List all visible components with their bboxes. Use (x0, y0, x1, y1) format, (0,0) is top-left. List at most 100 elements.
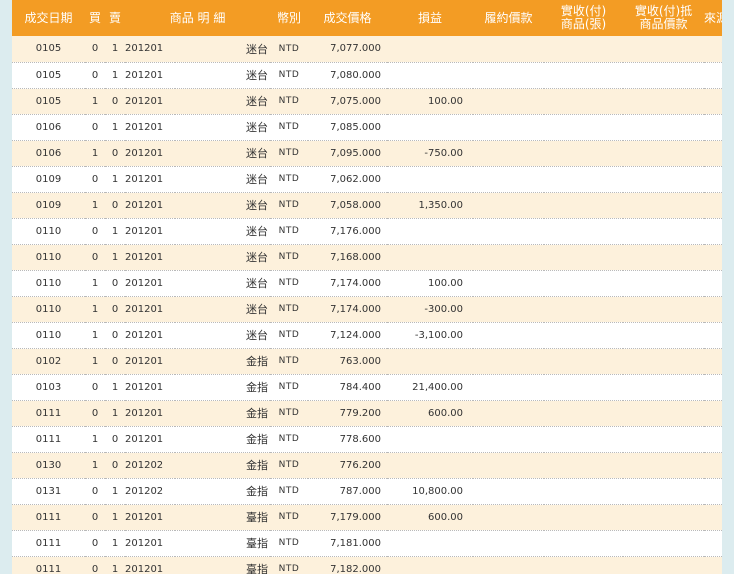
table-row[interactable]: 0111 0 1 201201 臺指 NTD 7,182.000 (12, 556, 722, 574)
table-row[interactable]: 0105 1 0 201201 迷台 NTD 7,075.000 100.00 (12, 88, 722, 114)
table-row[interactable]: 0111 0 1 201201 臺指 NTD 7,181.000 (12, 530, 722, 556)
cell-recv-units (544, 166, 623, 192)
col-date-header[interactable]: 成交日期 (12, 0, 85, 36)
table-row[interactable]: 0110 0 1 201201 迷台 NTD 7,176.000 (12, 218, 722, 244)
cell-contract-month: 201201 (125, 303, 164, 315)
table-row[interactable]: 0102 1 0 201201 金指 NTD 763.000 (12, 348, 722, 374)
cell-profit-loss: 10,800.00 (412, 485, 464, 497)
cell-profit-loss (387, 218, 473, 244)
cell-buy: 1 (91, 355, 99, 367)
cell-currency: NTD (278, 512, 300, 522)
cell-recv-units (544, 62, 623, 88)
cell-date: 0102 (35, 355, 62, 367)
col-buy-header[interactable]: 買 (85, 0, 105, 36)
cell-product-name: 迷台 (246, 303, 269, 316)
cell-settle-amount (473, 88, 544, 114)
cell-recv-amount (623, 452, 704, 478)
table-row[interactable]: 0131 0 1 201202 金指 NTD 787.000 10,800.00 (12, 478, 722, 504)
cell-date: 0110 (35, 329, 62, 341)
cell-contract-month: 201201 (125, 225, 164, 237)
col-currency-header[interactable]: 幣別 (270, 0, 308, 36)
cell-contract-month: 201201 (125, 277, 164, 289)
cell-sell: 0 (111, 433, 119, 445)
col-settle-header[interactable]: 履約價款 (473, 0, 544, 36)
cell-currency: NTD (278, 460, 300, 470)
col-price-header[interactable]: 成交價格 (308, 0, 387, 36)
cell-date: 0106 (35, 121, 62, 133)
cell-contract-month: 201201 (125, 381, 164, 393)
table-row[interactable]: 0109 1 0 201201 迷台 NTD 7,058.000 1,350.00 (12, 192, 722, 218)
cell-source (704, 166, 722, 192)
cell-profit-loss (387, 452, 473, 478)
cell-contract-month: 201201 (125, 433, 164, 445)
table-row[interactable]: 0110 1 0 201201 迷台 NTD 7,174.000 -300.00 (12, 296, 722, 322)
cell-recv-units (544, 530, 623, 556)
cell-price: 7,075.000 (330, 95, 382, 107)
cell-recv-amount (623, 36, 704, 62)
cell-product-name: 臺指 (246, 511, 269, 524)
cell-buy: 1 (91, 329, 99, 341)
cell-buy: 0 (91, 43, 99, 55)
cell-date: 0110 (35, 303, 62, 315)
table-row[interactable]: 0111 0 1 201201 金指 NTD 779.200 600.00 (12, 400, 722, 426)
table-row[interactable]: 0105 0 1 201201 迷台 NTD 7,077.000 (12, 36, 722, 62)
table-row[interactable]: 0106 1 0 201201 迷台 NTD 7,095.000 -750.00 (12, 140, 722, 166)
cell-currency: NTD (278, 304, 300, 314)
col-recv-units-header[interactable]: 實收(付) 商品(張) (544, 0, 623, 36)
cell-settle-amount (473, 244, 544, 270)
col-source-header[interactable]: 來源 (704, 0, 722, 36)
cell-price: 7,182.000 (330, 563, 382, 574)
col-sell-header[interactable]: 賣 (105, 0, 125, 36)
cell-settle-amount (473, 270, 544, 296)
cell-product-name: 金指 (246, 459, 269, 472)
cell-price: 784.400 (339, 381, 382, 393)
cell-price: 787.000 (339, 485, 382, 497)
cell-recv-units (544, 322, 623, 348)
table-row[interactable]: 0110 1 0 201201 迷台 NTD 7,124.000 -3,100.00 (12, 322, 722, 348)
cell-source (704, 296, 722, 322)
cell-date: 0105 (35, 69, 62, 81)
cell-date: 0111 (35, 433, 62, 445)
col-pl-header[interactable]: 損益 (387, 0, 473, 36)
table-row[interactable]: 0111 1 0 201201 金指 NTD 778.600 (12, 426, 722, 452)
table-row[interactable]: 0111 0 1 201201 臺指 NTD 7,179.000 600.00 (12, 504, 722, 530)
cell-profit-loss: 21,400.00 (412, 381, 464, 393)
cell-recv-units (544, 140, 623, 166)
table-row[interactable]: 0130 1 0 201202 金指 NTD 776.200 (12, 452, 722, 478)
col-product-header[interactable]: 商品 明 細 (125, 0, 270, 36)
cell-product-name: 金指 (246, 381, 269, 394)
cell-price: 778.600 (339, 433, 382, 445)
cell-profit-loss: 600.00 (428, 511, 464, 523)
cell-recv-amount (623, 270, 704, 296)
cell-buy: 0 (91, 381, 99, 393)
cell-settle-amount (473, 114, 544, 140)
cell-recv-units (544, 556, 623, 574)
cell-profit-loss (387, 166, 473, 192)
cell-product-name: 迷台 (246, 42, 269, 56)
cell-product-name: 金指 (246, 433, 269, 446)
cell-price: 7,179.000 (330, 511, 382, 523)
cell-recv-units (544, 296, 623, 322)
cell-settle-amount (473, 218, 544, 244)
cell-profit-loss: 100.00 (428, 95, 464, 107)
cell-sell: 1 (111, 173, 119, 185)
cell-recv-units (544, 218, 623, 244)
cell-recv-amount (623, 62, 704, 88)
cell-price: 7,174.000 (330, 303, 382, 315)
table-row[interactable]: 0105 0 1 201201 迷台 NTD 7,080.000 (12, 62, 722, 88)
table-row[interactable]: 0106 0 1 201201 迷台 NTD 7,085.000 (12, 114, 722, 140)
table-row[interactable]: 0109 0 1 201201 迷台 NTD 7,062.000 (12, 166, 722, 192)
table-row[interactable]: 0110 1 0 201201 迷台 NTD 7,174.000 100.00 (12, 270, 722, 296)
col-recv-units-line2: 商品(張) (560, 17, 607, 31)
cell-currency: NTD (278, 538, 300, 548)
cell-recv-amount (623, 166, 704, 192)
cell-date: 0110 (35, 225, 62, 237)
cell-buy: 0 (91, 69, 99, 81)
cell-currency: NTD (278, 408, 300, 418)
cell-recv-amount (623, 192, 704, 218)
cell-settle-amount (473, 322, 544, 348)
table-row[interactable]: 0110 0 1 201201 迷台 NTD 7,168.000 (12, 244, 722, 270)
table-row[interactable]: 0103 0 1 201201 金指 NTD 784.400 21,400.00 (12, 374, 722, 400)
col-recv-amount-header[interactable]: 實收(付)抵 商品價款 (623, 0, 704, 36)
cell-source (704, 218, 722, 244)
